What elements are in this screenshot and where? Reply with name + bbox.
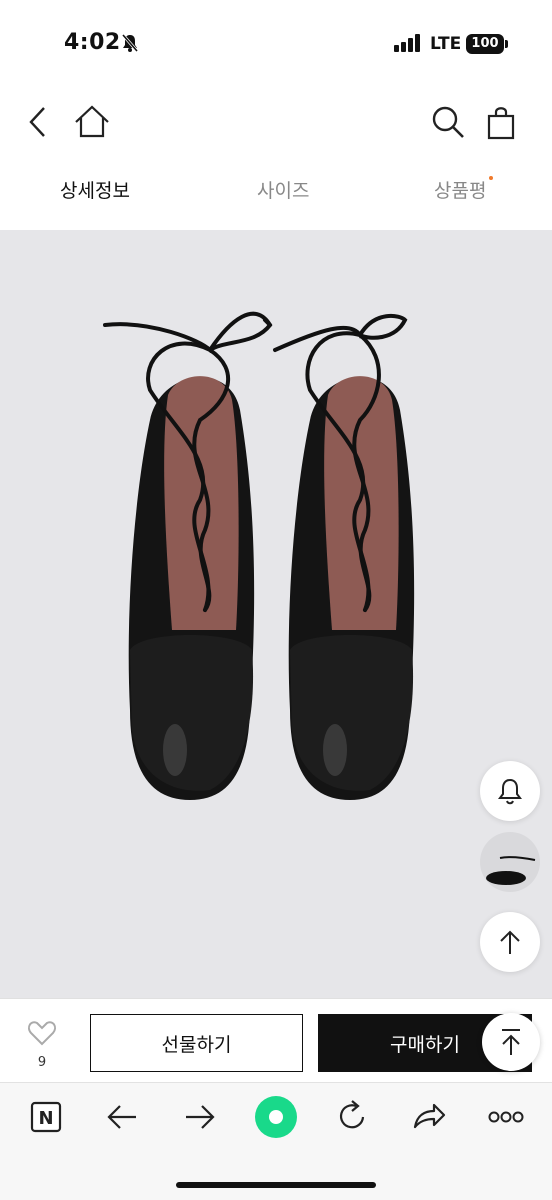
tab-reviews-label: 상품평 bbox=[434, 180, 487, 202]
tab-details[interactable]: 상세정보 bbox=[60, 176, 130, 203]
tab-size[interactable]: 사이즈 bbox=[257, 176, 309, 203]
browser-back-icon[interactable] bbox=[106, 1103, 138, 1135]
notification-bell-button[interactable] bbox=[480, 761, 540, 821]
detail-tabs: 상세정보 사이즈 상품평 bbox=[0, 158, 552, 230]
gift-button[interactable]: 선물하기 bbox=[90, 1014, 303, 1072]
refresh-icon[interactable] bbox=[336, 1099, 368, 1137]
network-type: LTE bbox=[430, 34, 462, 54]
status-time: 4:02 bbox=[64, 30, 121, 55]
green-dot-home-icon[interactable] bbox=[254, 1095, 298, 1143]
home-indicator bbox=[176, 1182, 376, 1188]
arrow-up-icon bbox=[500, 930, 520, 954]
page-top-button[interactable] bbox=[482, 1013, 540, 1071]
shopping-bag-icon[interactable] bbox=[486, 104, 516, 144]
arrow-up-to-top-icon bbox=[502, 1029, 520, 1055]
new-indicator-dot bbox=[489, 176, 494, 180]
search-icon[interactable] bbox=[430, 104, 466, 144]
purchase-bar: 9 선물하기 구매하기 bbox=[0, 998, 552, 1082]
tab-reviews[interactable]: 상품평 bbox=[434, 176, 494, 203]
share-icon[interactable] bbox=[412, 1101, 446, 1135]
more-options-icon[interactable] bbox=[488, 1109, 524, 1128]
bell-icon bbox=[498, 778, 522, 805]
battery-icon: 100 bbox=[466, 34, 504, 54]
silent-bell-icon bbox=[120, 33, 140, 57]
battery-tip bbox=[505, 40, 508, 48]
tab-switcher-letter: N bbox=[38, 1108, 53, 1129]
recent-item-thumbnail[interactable] bbox=[480, 832, 540, 892]
top-navigation bbox=[0, 86, 552, 158]
scroll-top-button[interactable] bbox=[480, 912, 540, 972]
browser-forward-icon[interactable] bbox=[184, 1103, 216, 1135]
product-image[interactable] bbox=[0, 230, 552, 998]
home-icon[interactable] bbox=[74, 104, 110, 144]
lace-up-flat-shoes-image bbox=[103, 311, 415, 800]
wishlist-button[interactable]: 9 bbox=[22, 1019, 62, 1070]
signal-icon bbox=[394, 34, 422, 56]
back-arrow-icon[interactable] bbox=[26, 104, 50, 144]
heart-icon bbox=[27, 1021, 57, 1046]
status-bar: 4:02 LTE 100 bbox=[0, 0, 552, 86]
shoe-thumbnail-image bbox=[486, 856, 536, 885]
tab-switcher-icon[interactable]: N bbox=[30, 1101, 62, 1137]
wishlist-count: 9 bbox=[37, 1055, 47, 1070]
